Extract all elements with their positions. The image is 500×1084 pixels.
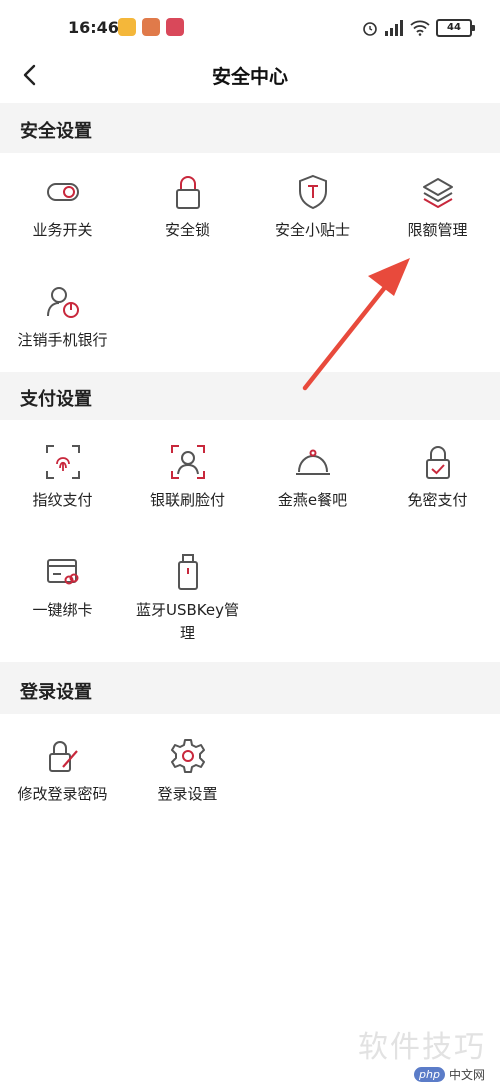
annotation-arrow-icon: [302, 258, 410, 391]
watermark-php: php: [414, 1066, 445, 1082]
watermark-text: 软件技巧: [358, 1030, 486, 1065]
watermark-site: 中文网: [448, 1067, 485, 1082]
watermark-logo: php 中文网: [414, 1064, 500, 1084]
